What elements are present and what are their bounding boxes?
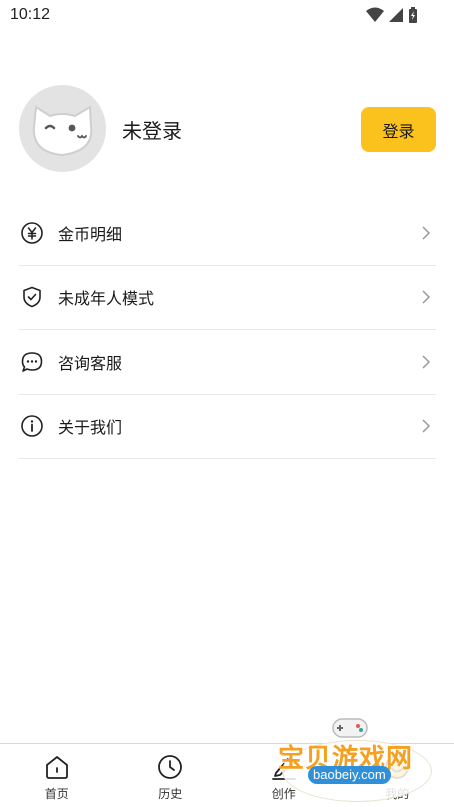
- menu-item-coin-details[interactable]: 金币明细: [19, 201, 436, 266]
- menu-item-minor-mode[interactable]: 未成年人模式: [19, 266, 436, 330]
- info-icon: [20, 414, 44, 438]
- tab-home[interactable]: 首页: [0, 744, 114, 807]
- pen-icon: [270, 753, 298, 781]
- tab-label: 我的: [385, 787, 410, 801]
- menu-item-about-us[interactable]: 关于我们: [19, 395, 436, 459]
- clock-icon: [156, 753, 184, 781]
- chevron-right-icon: [422, 290, 431, 304]
- menu-item-customer-service[interactable]: 咨询客服: [19, 330, 436, 395]
- gamepad-icon: [332, 718, 368, 738]
- wifi-icon: [366, 7, 384, 22]
- username: 未登录: [122, 119, 182, 143]
- status-icons: [366, 7, 418, 23]
- profile-header: 未登录 登录: [19, 85, 436, 173]
- bottom-tab-bar: 首页 历史 创作 我的: [0, 743, 454, 807]
- signal-icon: [389, 8, 403, 22]
- menu-label: 未成年人模式: [58, 289, 155, 309]
- menu-label: 咨询客服: [58, 353, 123, 373]
- chevron-right-icon: [422, 355, 431, 369]
- login-button[interactable]: 登录: [361, 107, 436, 152]
- settings-menu: 金币明细 未成年人模式 咨询客服 关于我们: [19, 201, 436, 459]
- menu-label: 关于我们: [58, 418, 123, 438]
- shield-check-icon: [20, 285, 44, 309]
- tab-mine[interactable]: 我的: [341, 744, 454, 807]
- status-time: 10:12: [10, 6, 51, 23]
- tab-label: 历史: [158, 787, 183, 801]
- cat-avatar-icon: [32, 105, 93, 157]
- tab-label: 首页: [44, 787, 69, 801]
- status-bar: 10:12: [0, 0, 454, 30]
- chevron-right-icon: [422, 226, 431, 240]
- battery-charging-icon: [409, 7, 417, 23]
- menu-label: 金币明细: [58, 224, 123, 244]
- chat-bubble-icon: [20, 350, 44, 374]
- smile-icon: [383, 753, 411, 781]
- tab-history[interactable]: 历史: [114, 744, 228, 807]
- home-icon: [43, 753, 71, 781]
- avatar[interactable]: [19, 85, 106, 172]
- tab-label: 创作: [271, 787, 296, 801]
- chevron-right-icon: [422, 419, 431, 433]
- coin-icon: [20, 221, 44, 245]
- tab-create[interactable]: 创作: [227, 744, 341, 807]
